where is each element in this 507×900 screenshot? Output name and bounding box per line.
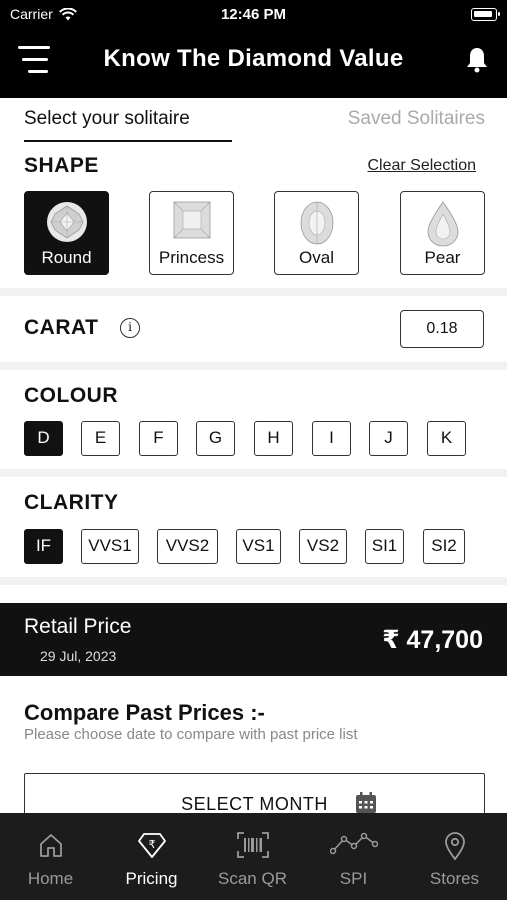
- active-tab-indicator: [24, 140, 232, 142]
- nav-stores-label: Stores: [429, 869, 480, 888]
- clarity-option-vvs1[interactable]: VVS1: [81, 529, 139, 564]
- section-divider: [0, 577, 507, 585]
- shape-option-round[interactable]: Round: [24, 191, 109, 275]
- clarity-section-title: CLARITY: [24, 491, 119, 514]
- shape-option-princess[interactable]: Princess: [149, 191, 234, 275]
- compare-title: Compare Past Prices :-: [24, 700, 265, 725]
- section-divider: [0, 469, 507, 477]
- battery-icon: [471, 8, 500, 21]
- nav-scan-qr[interactable]: Scan QR: [202, 813, 303, 900]
- oval-diamond-icon: [300, 201, 333, 245]
- shape-option-pear[interactable]: Pear: [400, 191, 485, 275]
- shape-label-oval: Oval: [299, 248, 334, 267]
- section-divider: [0, 288, 507, 296]
- colour-option-i[interactable]: I: [312, 421, 351, 456]
- nav-stores[interactable]: Stores: [404, 813, 505, 900]
- compare-subtitle: Please choose date to compare with past …: [24, 726, 358, 743]
- clarity-option-if[interactable]: IF: [24, 529, 63, 564]
- shape-section-title: SHAPE: [24, 154, 99, 177]
- clarity-option-vs2[interactable]: VS2: [299, 529, 347, 564]
- home-icon: [39, 834, 62, 857]
- retail-price-label: Retail Price: [24, 615, 132, 638]
- tab-bar: Select your solitaire Saved Solitaires: [0, 98, 507, 146]
- pear-diamond-icon: [427, 201, 458, 247]
- clear-selection-link[interactable]: Clear Selection: [368, 157, 477, 175]
- nav-spi-label: SPI: [339, 869, 368, 888]
- location-pin-icon: [444, 832, 465, 861]
- svg-text:₹: ₹: [148, 838, 155, 851]
- retail-price-value: ₹ 47,700: [382, 626, 483, 654]
- nav-spi[interactable]: SPI: [303, 813, 404, 900]
- clarity-option-vs1[interactable]: VS1: [236, 529, 281, 564]
- retail-price-bar: Retail Price 29 Jul, 2023 ₹ 47,700: [0, 603, 507, 676]
- tab-select-solitaire[interactable]: Select your solitaire: [24, 108, 190, 130]
- round-diamond-icon: [46, 202, 87, 242]
- status-time: 12:46 PM: [220, 6, 287, 23]
- colour-option-j[interactable]: J: [369, 421, 408, 456]
- shape-option-oval[interactable]: Oval: [274, 191, 359, 275]
- clarity-option-vvs2[interactable]: VVS2: [157, 529, 218, 564]
- colour-option-h[interactable]: H: [254, 421, 293, 456]
- line-graph-icon: [329, 832, 378, 855]
- carat-input[interactable]: 0.18: [400, 310, 484, 348]
- status-bar: Carrier 12:46 PM: [0, 0, 507, 30]
- bell-icon[interactable]: [465, 46, 489, 74]
- clarity-option-si2[interactable]: SI2: [423, 529, 465, 564]
- barcode-scan-icon: [236, 832, 269, 858]
- colour-option-e[interactable]: E: [81, 421, 120, 456]
- colour-option-g[interactable]: G: [196, 421, 235, 456]
- colour-section-title: COLOUR: [24, 384, 118, 407]
- diamond-rupee-icon: ₹: [137, 833, 166, 858]
- shape-label-round: Round: [41, 248, 92, 267]
- colour-option-k[interactable]: K: [427, 421, 466, 456]
- carat-section-title: CARAT: [24, 316, 99, 339]
- select-month-label: SELECT MONTH: [181, 794, 328, 814]
- page-title: Know The Diamond Value: [103, 45, 404, 72]
- nav-pricing-label: Pricing: [125, 869, 178, 888]
- bottom-navigation: Home ₹ Pricing Scan QR SPI Stores: [0, 813, 507, 900]
- nav-home[interactable]: Home: [0, 813, 101, 900]
- section-divider: [0, 362, 507, 370]
- info-icon[interactable]: i: [120, 318, 140, 338]
- tab-saved-solitaires[interactable]: Saved Solitaires: [348, 108, 485, 130]
- app-header: Carrier 12:46 PM Know The Diamond Value: [0, 0, 507, 98]
- clarity-option-si1[interactable]: SI1: [365, 529, 404, 564]
- retail-price-date: 29 Jul, 2023: [40, 648, 117, 664]
- shape-label-pear: Pear: [424, 248, 461, 267]
- nav-scan-qr-label: Scan QR: [218, 869, 287, 888]
- nav-home-label: Home: [27, 869, 74, 888]
- colour-option-d[interactable]: D: [24, 421, 63, 456]
- nav-pricing[interactable]: ₹ Pricing: [101, 813, 202, 900]
- shape-label-princess: Princess: [158, 248, 225, 267]
- princess-diamond-icon: [173, 201, 210, 239]
- colour-option-f[interactable]: F: [139, 421, 178, 456]
- calendar-icon: [356, 792, 376, 813]
